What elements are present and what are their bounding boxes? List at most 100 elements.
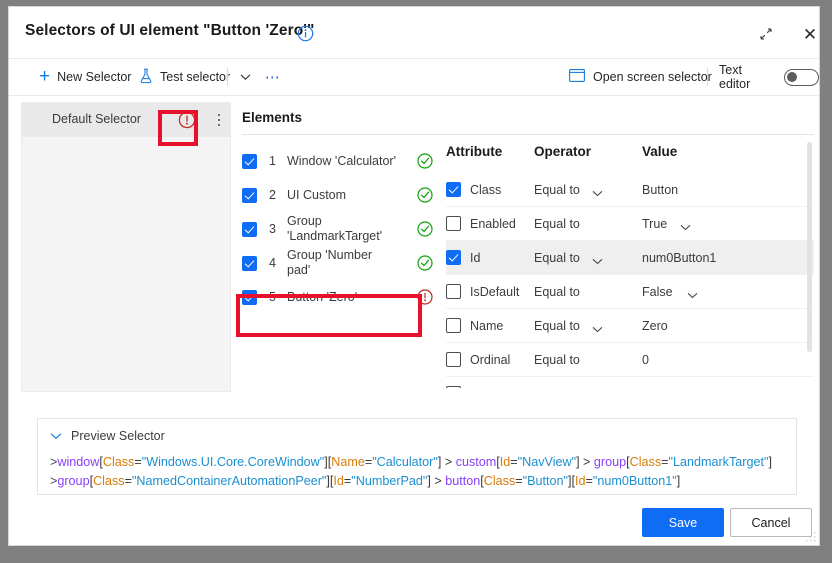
element-index: 2 <box>269 188 276 202</box>
text-editor-toggle-group[interactable]: Text editor <box>719 59 819 95</box>
element-list-item[interactable]: 2 UI Custom <box>242 178 438 212</box>
attribute-row[interactable]: Id Equal to num0Button1 <box>446 241 814 275</box>
attribute-name: Ordinal <box>470 352 511 367</box>
element-label: Button 'Zero' <box>287 289 358 304</box>
close-button[interactable]: ✕ <box>795 21 819 47</box>
operator-chevron-down-icon[interactable] <box>592 320 603 338</box>
element-label: Window 'Calculator' <box>287 153 396 168</box>
attribute-checkbox[interactable] <box>446 318 461 333</box>
element-checkbox[interactable] <box>242 153 257 169</box>
attribute-value: True <box>642 216 668 231</box>
attributes-rows: Class Equal to Button Enabled Equal to True Id… <box>446 173 814 388</box>
element-checkbox[interactable] <box>242 289 257 305</box>
attribute-value: True <box>642 387 667 389</box>
toolbar-overflow-button[interactable]: ⋯ <box>261 59 285 95</box>
attribute-operator: Equal to <box>534 284 580 299</box>
element-checkbox[interactable] <box>242 255 257 271</box>
column-header-value: Value <box>642 144 678 159</box>
attributes-panel: Attribute Operator Value Class Equal to Bu… <box>446 140 814 390</box>
attribute-operator: Equal to <box>534 387 580 389</box>
attribute-row[interactable]: Class Equal to Button <box>446 173 814 207</box>
text-editor-label: Text editor <box>719 63 751 91</box>
value-chevron-down-icon[interactable] <box>680 218 691 236</box>
operator-chevron-down-icon[interactable] <box>592 184 603 202</box>
chevron-down-icon <box>50 427 62 445</box>
element-list-item[interactable]: 1 Window 'Calculator' <box>242 144 438 178</box>
info-icon[interactable] <box>297 25 314 42</box>
success-icon[interactable] <box>416 152 434 170</box>
attribute-name: Id <box>470 250 481 265</box>
success-icon[interactable] <box>416 186 434 204</box>
attribute-operator: Equal to <box>534 216 580 231</box>
toolbar-divider-2 <box>707 68 708 86</box>
resize-grip[interactable] <box>806 532 816 542</box>
attribute-row[interactable]: Ordinal Equal to 0 <box>446 343 814 377</box>
attribute-name: Name <box>470 318 504 333</box>
attributes-header-row: Attribute Operator Value <box>446 140 814 170</box>
element-index: 4 <box>269 256 276 270</box>
open-screen-selector-button[interactable]: Open screen selector <box>569 59 712 95</box>
attribute-checkbox[interactable] <box>446 284 461 299</box>
success-icon[interactable] <box>416 220 434 238</box>
dialog-footer: Save Cancel <box>9 504 819 545</box>
attributes-scrollbar[interactable] <box>807 142 812 352</box>
text-editor-toggle[interactable] <box>783 68 819 86</box>
attribute-checkbox[interactable] <box>446 182 461 197</box>
element-index: 5 <box>269 290 276 304</box>
attribute-value: num0Button1 <box>642 250 717 265</box>
new-selector-label: New Selector <box>57 70 132 84</box>
error-icon[interactable] <box>416 288 434 306</box>
preview-selector-label: Preview Selector <box>71 429 165 443</box>
attribute-checkbox[interactable] <box>446 250 461 265</box>
element-list-item[interactable]: 3 Group 'LandmarkTarget' <box>242 212 438 246</box>
operator-chevron-down-icon[interactable] <box>592 252 603 270</box>
preview-code-line: >group[Class="NamedContainerAutomationPe… <box>50 474 681 488</box>
preview-code-line: >window[Class="Windows.UI.Core.CoreWindo… <box>50 455 772 469</box>
element-list-item[interactable]: 4 Group 'Number pad' <box>242 246 438 280</box>
attribute-name: Class <box>470 182 502 197</box>
error-icon[interactable] <box>177 110 197 130</box>
value-chevron-down-icon[interactable] <box>687 286 698 304</box>
dialog-body: Default Selector Elements 1 Window 'Calcu… <box>9 96 819 392</box>
success-icon[interactable] <box>416 254 434 272</box>
ellipsis-icon: ⋯ <box>264 69 282 86</box>
column-header-operator: Operator <box>534 144 592 159</box>
attribute-value: False <box>642 284 673 299</box>
attribute-row[interactable]: Visible Equal to True <box>446 377 814 388</box>
elements-list: 1 Window 'Calculator' 2 UI Custom 3 Group 'La… <box>242 144 438 314</box>
attribute-row[interactable]: Enabled Equal to True <box>446 207 814 241</box>
attribute-row[interactable]: IsDefault Equal to False <box>446 275 814 309</box>
attribute-checkbox[interactable] <box>446 216 461 231</box>
element-checkbox[interactable] <box>242 187 257 203</box>
attribute-operator: Equal to <box>534 352 580 367</box>
element-label: Group 'Number pad' <box>287 248 373 277</box>
attribute-operator: Equal to <box>534 182 580 197</box>
chevron-down-icon <box>240 70 251 84</box>
attribute-checkbox[interactable] <box>446 386 461 388</box>
selector-list-item-default[interactable]: Default Selector <box>22 103 230 137</box>
attribute-checkbox[interactable] <box>446 352 461 367</box>
expand-button[interactable] <box>751 21 781 47</box>
screen-icon <box>569 69 585 85</box>
page-title: Selectors of UI element "Button 'Zero'" <box>25 22 315 39</box>
more-vertical-icon[interactable] <box>212 109 226 131</box>
cancel-button[interactable]: Cancel <box>730 508 812 537</box>
element-label: UI Custom <box>287 187 347 202</box>
selectors-dialog: Selectors of UI element "Button 'Zero'" … <box>8 6 820 546</box>
open-screen-selector-label: Open screen selector <box>593 70 712 84</box>
element-label: Group 'LandmarkTarget' <box>287 214 383 243</box>
attribute-row[interactable]: Name Equal to Zero <box>446 309 814 343</box>
elements-divider <box>242 134 814 135</box>
save-button[interactable]: Save <box>642 508 724 537</box>
selector-list-panel: Default Selector <box>21 102 231 392</box>
preview-selector-toggle[interactable]: Preview Selector <box>50 427 165 445</box>
test-selector-button[interactable]: Test selector <box>139 59 230 95</box>
new-selector-button[interactable]: + New Selector <box>39 59 131 95</box>
attribute-value: 0 <box>642 352 649 367</box>
test-selector-label: Test selector <box>160 70 231 84</box>
element-index: 3 <box>269 222 276 236</box>
element-list-item[interactable]: 5 Button 'Zero' <box>242 280 438 314</box>
toolbar-chevron-button[interactable] <box>234 59 256 95</box>
element-checkbox[interactable] <box>242 221 257 237</box>
toolbar-divider-1 <box>227 68 228 86</box>
